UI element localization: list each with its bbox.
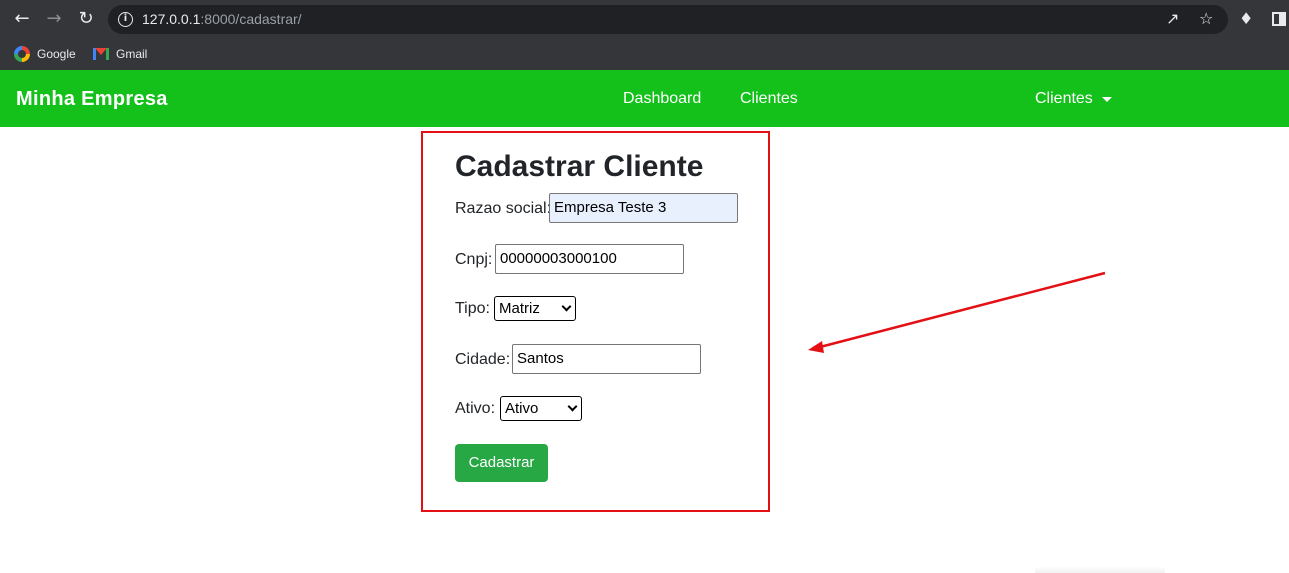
bookmark-label: Google xyxy=(37,47,76,61)
decorative-shadow xyxy=(1035,566,1165,573)
cidade-input[interactable]: Santos xyxy=(512,344,701,374)
url-text: 127.0.0.1:8000/cadastrar/ xyxy=(142,11,302,27)
tipo-label: Tipo: xyxy=(455,300,490,317)
forward-icon[interactable]: → xyxy=(43,8,65,30)
chevron-down-icon xyxy=(561,301,572,312)
share-icon[interactable]: ↗ xyxy=(1166,9,1179,28)
nav-dropdown-clientes[interactable]: Clientes xyxy=(1035,90,1112,108)
caret-down-icon xyxy=(1101,96,1112,102)
razao-social-label: Razao social: xyxy=(455,200,552,217)
cnpj-input[interactable]: 00000003000100 xyxy=(495,244,684,274)
dropdown-label: Clientes xyxy=(1035,90,1093,107)
url-host: 127.0.0.1 xyxy=(142,11,201,27)
navbar: Minha Empresa Dashboard Clientes Cliente… xyxy=(0,70,1289,127)
side-panel-icon[interactable] xyxy=(1272,12,1286,26)
ativo-label: Ativo: xyxy=(455,400,496,417)
annotation-arrow xyxy=(808,271,1106,353)
reload-icon[interactable]: ↻ xyxy=(75,8,97,30)
ativo-selected-value: Ativo xyxy=(505,400,539,417)
page-title: Cadastrar Cliente xyxy=(455,150,704,183)
arrow-line xyxy=(819,271,1106,349)
nav-link-dashboard[interactable]: Dashboard xyxy=(623,90,701,108)
bookmark-star-icon[interactable]: ☆ xyxy=(1199,9,1213,28)
razao-social-input[interactable]: Empresa Teste 3 xyxy=(549,193,738,223)
chevron-down-icon xyxy=(567,401,578,412)
google-icon xyxy=(14,46,30,62)
nav-link-clientes[interactable]: Clientes xyxy=(740,90,798,108)
extensions-icon[interactable]: ♦ xyxy=(1239,9,1253,28)
site-info-icon[interactable]: i xyxy=(118,12,133,27)
browser-toolbar: ← → ↻ i 127.0.0.1:8000/cadastrar/ ↗ ☆ ♦ xyxy=(0,0,1289,38)
tipo-selected-value: Matriz xyxy=(499,300,540,317)
bookmark-label: Gmail xyxy=(116,47,148,61)
cidade-label: Cidade: xyxy=(455,351,511,368)
gmail-icon xyxy=(93,48,109,60)
ativo-select[interactable]: Ativo xyxy=(500,396,582,421)
cadastrar-button[interactable]: Cadastrar xyxy=(455,444,548,482)
arrow-head xyxy=(808,341,824,353)
bookmark-gmail[interactable]: Gmail xyxy=(93,44,147,64)
tipo-select[interactable]: Matriz xyxy=(494,296,576,321)
bookmark-google[interactable]: Google xyxy=(14,44,76,64)
navbar-brand[interactable]: Minha Empresa xyxy=(16,88,168,111)
back-icon[interactable]: ← xyxy=(11,8,33,30)
bookmarks-bar: Google Gmail xyxy=(0,38,1289,70)
cnpj-label: Cnpj: xyxy=(455,251,493,268)
url-path: :8000/cadastrar/ xyxy=(200,11,302,27)
address-bar[interactable]: i 127.0.0.1:8000/cadastrar/ ↗ ☆ xyxy=(108,5,1228,34)
